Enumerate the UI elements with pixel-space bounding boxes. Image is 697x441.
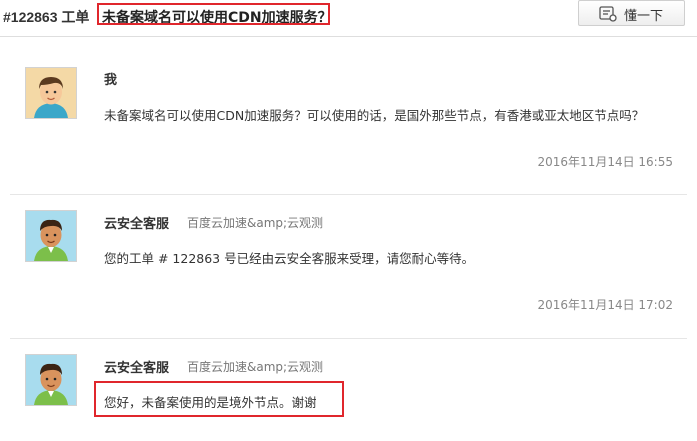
message-time: 2016年11月14日 16:55 [537,155,673,169]
ticket-header: #122863 工单 未备案域名可以使用CDN加速服务？ 懂一下 [0,0,697,34]
message-text: 未备案域名可以使用CDN加速服务？可以使用的话，是国外那些节点，有香港或亚太地区… [104,108,645,123]
feedback-icon [599,6,617,26]
ticket-title: 未备案域名可以使用CDN加速服务？ [97,3,330,25]
message-text: 您的工单 # 122863 号已经由云安全客服来受理，请您耐心等待。 [104,251,475,266]
sender-name: 云安全客服 [104,361,170,376]
service-name: 百度云加速&amp;云观测 [187,216,324,230]
message-item: 云安全客服 百度云加速&amp;云观测 您的工单 # 122863 号已经由云安… [0,195,697,338]
message-text: 您好，未备案使用的是境外节点。谢谢 [104,395,317,410]
agent-avatar [25,354,77,406]
ticket-id: #122863 工单 [3,9,90,25]
sender-name: 我 [104,73,118,88]
agent-avatar [25,210,77,262]
user-avatar [25,67,77,119]
message-time: 2016年11月14日 17:02 [537,298,673,312]
understand-button-label: 懂一下 [624,9,664,24]
service-name: 百度云加速&amp;云观测 [187,360,324,374]
understand-button[interactable]: 懂一下 [578,0,685,26]
sender-name: 云安全客服 [104,217,170,232]
message-item: 我 未备案域名可以使用CDN加速服务？可以使用的话，是国外那些节点，有香港或亚太… [0,37,697,194]
message-item: 云安全客服 百度云加速&amp;云观测 您好，未备案使用的是境外节点。谢谢 [0,339,697,441]
